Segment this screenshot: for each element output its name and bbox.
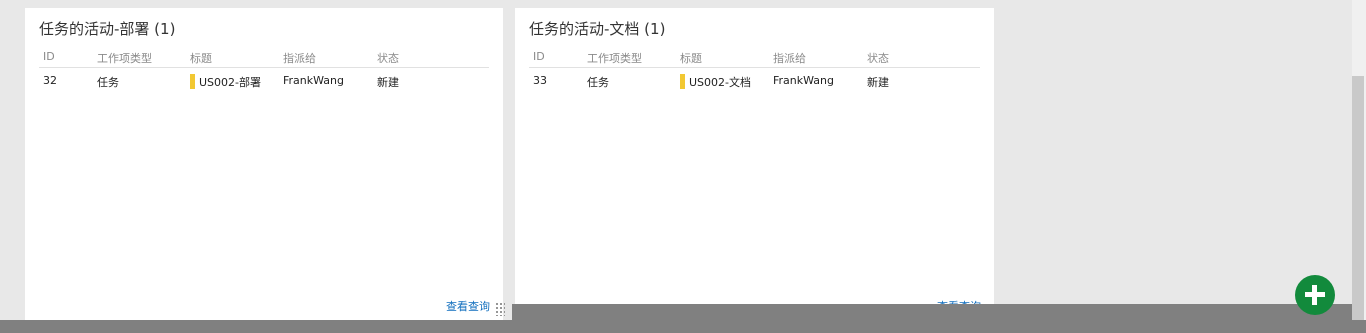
- add-widget-button[interactable]: [1295, 275, 1335, 315]
- grid-header: ID 工作项类型 标题 指派给 状态: [39, 48, 489, 68]
- work-item-color-bar: [680, 74, 685, 89]
- row-state: 新建: [867, 76, 889, 89]
- dashboard-page: 任务的活动-部署 (1) ID 工作项类型 标题 指派给 状态 32 任务 US…: [0, 0, 1366, 333]
- query-results-grid: ID 工作项类型 标题 指派给 状态 33 任务 US002-文档 FrankW…: [529, 48, 980, 92]
- row-title[interactable]: US002-部署: [199, 76, 261, 89]
- scrollbar-thumb[interactable]: [1352, 76, 1364, 320]
- column-header-work-item-type[interactable]: 工作项类型: [587, 50, 642, 66]
- column-header-title[interactable]: 标题: [190, 50, 212, 66]
- widget-tasks-deploy: 任务的活动-部署 (1) ID 工作项类型 标题 指派给 状态 32 任务 US…: [25, 8, 503, 333]
- row-title[interactable]: US002-文档: [689, 76, 751, 89]
- bottom-overlay-bar: [512, 304, 1352, 320]
- row-assigned-to: FrankWang: [773, 74, 834, 87]
- row-state: 新建: [377, 76, 399, 89]
- column-header-state[interactable]: 状态: [867, 50, 889, 66]
- work-item-color-bar: [190, 74, 195, 89]
- row-work-item-type: 任务: [97, 76, 119, 89]
- column-header-state[interactable]: 状态: [377, 50, 399, 66]
- row-assigned-to: FrankWang: [283, 74, 344, 87]
- widget-title: 任务的活动-文档 (1): [529, 20, 666, 38]
- column-header-assigned-to[interactable]: 指派给: [283, 50, 316, 66]
- row-id: 32: [43, 74, 57, 87]
- column-header-work-item-type[interactable]: 工作项类型: [97, 50, 152, 66]
- column-header-assigned-to[interactable]: 指派给: [773, 50, 806, 66]
- grid-header: ID 工作项类型 标题 指派给 状态: [529, 48, 980, 68]
- row-title-cell: US002-部署: [190, 74, 261, 90]
- column-header-id[interactable]: ID: [43, 50, 55, 63]
- view-query-link[interactable]: 查看查询: [446, 298, 490, 314]
- widget-tasks-docs: 任务的活动-文档 (1) ID 工作项类型 标题 指派给 状态 33 任务 US…: [515, 8, 994, 333]
- row-work-item-type: 任务: [587, 76, 609, 89]
- column-header-id[interactable]: ID: [533, 50, 545, 63]
- bottom-status-bar: [0, 320, 1366, 333]
- query-results-grid: ID 工作项类型 标题 指派给 状态 32 任务 US002-部署 FrankW…: [39, 48, 489, 92]
- plus-icon: [1312, 285, 1317, 305]
- column-header-title[interactable]: 标题: [680, 50, 702, 66]
- table-row[interactable]: 32 任务 US002-部署 FrankWang 新建: [39, 68, 489, 92]
- row-id: 33: [533, 74, 547, 87]
- row-title-cell: US002-文档: [680, 74, 751, 90]
- resize-grip-icon[interactable]: [495, 302, 505, 316]
- widget-title: 任务的活动-部署 (1): [39, 20, 176, 38]
- vertical-scrollbar[interactable]: [1352, 0, 1366, 333]
- table-row[interactable]: 33 任务 US002-文档 FrankWang 新建: [529, 68, 980, 92]
